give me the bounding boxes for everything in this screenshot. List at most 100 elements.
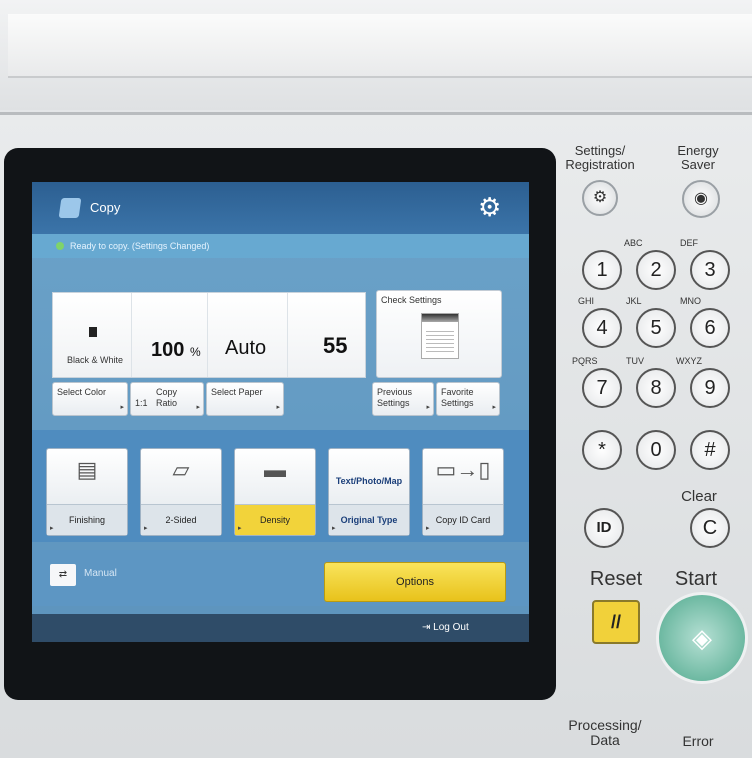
favorite-settings-button[interactable]: Favorite Settings ▸: [436, 382, 500, 416]
key-2[interactable]: 2: [636, 250, 676, 290]
reset-label: Reset: [589, 568, 643, 590]
function-panel: ▤ Finishing ▸ ▱ 2-Sided ▸ ▬ Density ▸ Te…: [32, 430, 529, 542]
chevron-icon: ▸: [238, 525, 242, 532]
check-settings-label: Check Settings: [381, 295, 442, 305]
chevron-icon: ▸: [144, 525, 148, 532]
settings-summary: Black & White 100 % Auto 55: [52, 292, 366, 378]
copy-app-icon: [58, 198, 82, 218]
processing-data-label: Processing/ Data: [568, 717, 642, 748]
document-preview-icon: [421, 313, 459, 359]
screen-footer: ⇥ Log Out: [32, 614, 529, 642]
chevron-icon: ▸: [426, 525, 430, 532]
ratio-prefix: 1:1: [135, 398, 148, 408]
chevron-icon: ▸: [276, 404, 280, 411]
chevron-icon: ▸: [426, 404, 430, 411]
select-paper-button[interactable]: Select Paper ▸: [206, 382, 284, 416]
key-hash[interactable]: #: [690, 430, 730, 470]
key-3-letters: DEF: [680, 238, 698, 248]
copy-ratio-button[interactable]: 1:1 Copy Ratio ▸: [130, 382, 204, 416]
options-button[interactable]: Options: [324, 562, 506, 602]
key-4[interactable]: 4: [582, 308, 622, 348]
key-4-letters: GHI: [578, 296, 595, 306]
copy-ratio-value: 100 %: [151, 339, 201, 362]
screen-title: Copy: [90, 200, 121, 215]
touch-screen: Copy ⚙ Ready to copy. (Settings Changed)…: [32, 182, 529, 642]
energy-saver-label: Energy Saver: [677, 143, 719, 172]
chevron-icon: ▸: [332, 525, 336, 532]
start-label: Start: [674, 568, 718, 590]
clear-label: Clear: [681, 488, 717, 505]
status-text: Ready to copy. (Settings Changed): [70, 241, 210, 251]
id-key[interactable]: ID: [584, 508, 624, 548]
key-6-letters: MNO: [680, 296, 701, 306]
chevron-icon: ▸: [196, 404, 200, 411]
color-mode-label: Black & White: [67, 355, 124, 365]
key-7-letters: PQRS: [572, 356, 598, 366]
reset-key[interactable]: //: [592, 600, 640, 644]
log-out-label: Log Out: [433, 622, 469, 633]
previous-settings-button[interactable]: Previous Settings ▸: [372, 382, 434, 416]
original-type-label: Original Type: [329, 504, 409, 535]
density-label: Density: [235, 504, 315, 535]
copy-ratio-number: 100: [151, 339, 185, 361]
key-9[interactable]: 9: [690, 368, 730, 408]
gear-icon[interactable]: ⚙: [478, 194, 501, 220]
previous-settings-label: Previous Settings: [377, 387, 413, 408]
energy-saver-key[interactable]: ◉: [682, 180, 720, 218]
copy-ratio-cell[interactable]: [131, 293, 208, 377]
chevron-icon: ▸: [50, 525, 54, 532]
status-indicator-icon: [56, 242, 64, 250]
density-slider-icon: ▬: [264, 457, 286, 482]
favorite-settings-label: Favorite Settings: [441, 387, 474, 408]
two-sided-button[interactable]: ▱ 2-Sided ▸: [140, 448, 222, 536]
finishing-icon: ▤: [76, 457, 98, 482]
key-5[interactable]: 5: [636, 308, 676, 348]
settings-registration-key[interactable]: ⚙: [582, 180, 618, 216]
key-9-letters: WXYZ: [676, 356, 702, 366]
original-type-icon-text: Text/Photo/Map: [335, 476, 403, 486]
key-8[interactable]: 8: [636, 368, 676, 408]
color-mode-cell[interactable]: Black & White: [53, 293, 132, 377]
two-sided-label: 2-Sided: [141, 504, 221, 535]
start-key[interactable]: ◈: [656, 592, 748, 684]
check-settings-button[interactable]: Check Settings: [376, 290, 502, 378]
black-white-icon: [89, 327, 97, 337]
log-out-button[interactable]: ⇥ Log Out: [422, 622, 469, 633]
key-7[interactable]: 7: [582, 368, 622, 408]
finishing-label: Finishing: [47, 504, 127, 535]
copy-ratio-label: Copy Ratio: [156, 387, 178, 408]
copies-count: 55: [323, 333, 348, 358]
key-5-letters: JKL: [626, 296, 642, 306]
chevron-icon: ▸: [120, 404, 124, 411]
key-asterisk[interactable]: *: [582, 430, 622, 470]
key-1[interactable]: 1: [582, 250, 622, 290]
paper-value: Auto: [225, 337, 267, 359]
copy-id-card-label: Copy ID Card: [423, 504, 503, 535]
key-6[interactable]: 6: [690, 308, 730, 348]
status-bar: Ready to copy. (Settings Changed): [32, 234, 529, 258]
machine-top-cover: [0, 0, 752, 110]
id-card-icon: ▭→▯: [435, 457, 491, 482]
bottom-action-row: ⇄ Manual Options: [32, 550, 529, 606]
select-color-label: Select Color: [57, 387, 107, 397]
select-paper-label: Select Paper: [211, 387, 263, 397]
manual-icon[interactable]: ⇄: [50, 564, 76, 586]
key-3[interactable]: 3: [690, 250, 730, 290]
finishing-button[interactable]: ▤ Finishing ▸: [46, 448, 128, 536]
manual-label[interactable]: Manual: [84, 568, 117, 579]
key-2-letters: ABC: [624, 238, 643, 248]
clear-key[interactable]: C: [690, 508, 730, 548]
chevron-icon: ▸: [492, 404, 496, 411]
density-button[interactable]: ▬ Density ▸: [234, 448, 316, 536]
key-8-letters: TUV: [626, 356, 644, 366]
copy-ratio-unit: %: [189, 345, 201, 359]
screen-header: Copy ⚙: [32, 182, 529, 234]
select-color-button[interactable]: Select Color ▸: [52, 382, 128, 416]
paper-cell[interactable]: [207, 293, 288, 377]
logout-icon: ⇥: [422, 622, 431, 633]
original-type-button[interactable]: Text/Photo/Map Original Type ▸: [328, 448, 410, 536]
two-sided-icon: ▱: [172, 457, 190, 482]
copy-id-card-button[interactable]: ▭→▯ Copy ID Card ▸: [422, 448, 504, 536]
error-label: Error: [682, 733, 714, 749]
key-0[interactable]: 0: [636, 430, 676, 470]
